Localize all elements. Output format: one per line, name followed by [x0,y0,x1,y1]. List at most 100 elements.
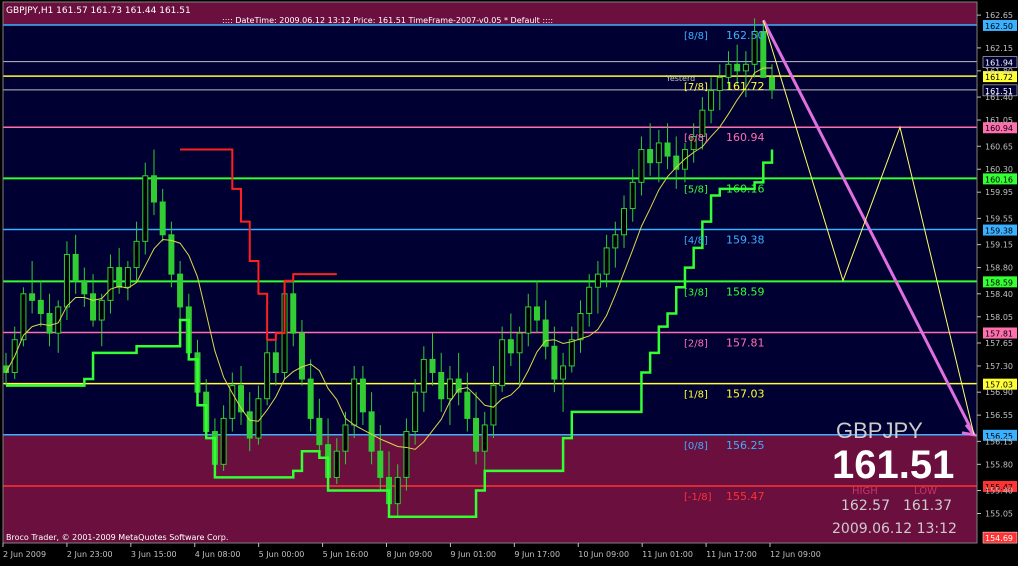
lower-band [3,434,977,543]
yesterday-label: Yesterd [665,74,695,83]
candle-body [307,378,314,419]
price-axis-tag-label: 160.16 [985,175,1013,184]
y-axis-tick-label: 159.15 [985,241,1013,250]
candle-body [63,253,70,308]
candle-body [716,76,723,92]
overlay-datetime: 2009.06.12 13:12 [832,521,957,537]
y-axis-tick-label: 156.90 [985,388,1013,397]
candle-body [46,312,53,334]
candle-body [612,234,619,249]
murrey-level-label: [6/8] [684,133,708,144]
x-axis-tick-label: 11 Jun 17:00 [706,550,757,559]
candle-body [629,181,636,210]
candle-body [264,352,271,400]
candle-body [72,253,79,282]
price-axis-tag-label: 158.59 [985,278,1013,287]
overlay-symbol: GBPJPY [836,418,923,443]
candle-body [638,149,645,183]
overlay-high-label: HIGH [852,486,878,497]
candle-body [177,273,184,308]
candle-body [107,267,114,301]
price-axis-tag-label: 162.50 [985,22,1013,31]
y-axis-tick-label: 155.80 [985,460,1013,469]
price-axis-tag-label: 160.94 [985,124,1013,133]
murrey-level-label: [5/8] [684,184,708,195]
candle-body [568,339,575,367]
murrey-level-label: [4/8] [684,236,708,247]
y-axis-tick-label: 161.40 [985,93,1013,102]
murrey-level-label: [7/8] [684,82,708,93]
overlay-low-value: 161.37 [903,498,952,514]
candle-body [420,358,427,393]
candle-body [412,391,419,433]
candle-body [464,391,471,419]
candle-body [133,240,140,269]
murrey-level-value: 157.81 [726,337,765,350]
y-axis-tick-label: 155.40 [985,487,1013,496]
candle-body [525,306,532,334]
x-axis-tick-label: 12 Jun 09:00 [770,550,821,559]
copyright: Broco Trader, © 2001-2009 MetaQuotes Sof… [6,533,228,542]
y-axis-tick-label: 155.05 [985,509,1013,518]
murrey-level-label: [-1/8] [684,492,712,503]
candle-body [516,332,523,354]
price-axis-tag-label: 159.38 [985,227,1013,236]
x-axis-tick-label: 9 Jun 01:00 [450,550,496,559]
murrey-level-label: [0/8] [684,441,708,452]
candle-body [446,378,453,400]
murrey-level-value: 159.38 [726,234,765,247]
murrey-level-value: 155.47 [726,490,765,503]
candle-body [220,417,227,465]
y-axis-tick-label: 156.15 [985,437,1013,446]
y-axis-tick-label: 159.55 [985,214,1013,223]
candle-body [403,431,410,478]
symbol-info: GBPJPY,H1 161.57 161.73 161.44 161.51 [6,6,191,16]
candle-body [577,312,584,341]
y-axis-tick-label: 159.95 [985,188,1013,197]
x-axis-tick-label: 9 Jun 17:00 [514,550,560,559]
murrey-level-value: 161.72 [726,80,765,93]
y-axis-tick-label: 157.65 [985,339,1013,348]
x-axis-tick-label: 3 Jun 15:00 [131,550,177,559]
y-axis-tick-label: 158.80 [985,264,1013,273]
candle-body [272,352,279,374]
candle-body [368,411,375,452]
candle-body [734,63,741,72]
murrey-level-label: [1/8] [684,390,708,401]
y-axis-tick-label: 161.05 [985,116,1013,125]
murrey-level-value: 156.25 [726,439,765,452]
murrey-level-value: 162.50 [726,29,765,42]
y-axis-tick-label: 158.05 [985,313,1013,322]
chart-window[interactable]: 161.94 161.51 154.69 [8/8] 162.50 162.50 [7/8… [0,0,1018,562]
x-axis-tick-label: 11 Jun 01:00 [642,550,693,559]
candle-body [98,299,105,321]
candle-body [429,358,436,374]
candle-body [394,476,401,505]
candle-body [351,378,358,426]
candle-body [316,417,323,446]
candle-body [37,299,44,314]
x-axis-tick-label: 4 Jun 08:00 [195,550,241,559]
candle-body [594,273,601,288]
candle-body [81,280,88,295]
price-marker-label: 154.69 [985,534,1013,543]
y-axis-tick-label: 160.65 [985,142,1013,151]
candle-body [507,339,514,354]
candle-body [377,450,384,478]
murrey-level-value: 157.03 [726,388,765,401]
candle-body [551,345,558,380]
murrey-level-value: 160.94 [726,131,765,144]
header-info: :::: DateTime: 2009.06.12 13:12 Price: 1… [222,16,553,25]
candle-body [560,365,567,380]
y-axis-tick-label: 160.30 [985,165,1013,174]
candle-body [621,208,628,236]
candle-body [603,247,610,275]
candle-body [725,63,732,78]
candle-body [124,267,131,288]
candle-body [333,450,340,478]
x-axis-tick-label: 5 Jun 16:00 [323,550,369,559]
price-chart[interactable]: 161.94161.51154.69 [8/8] 162.50162.50[7/8… [0,0,1018,562]
x-axis-tick-label: 2 Jun 23:00 [67,550,113,559]
candle-body [742,63,749,72]
candle-body [20,293,27,341]
